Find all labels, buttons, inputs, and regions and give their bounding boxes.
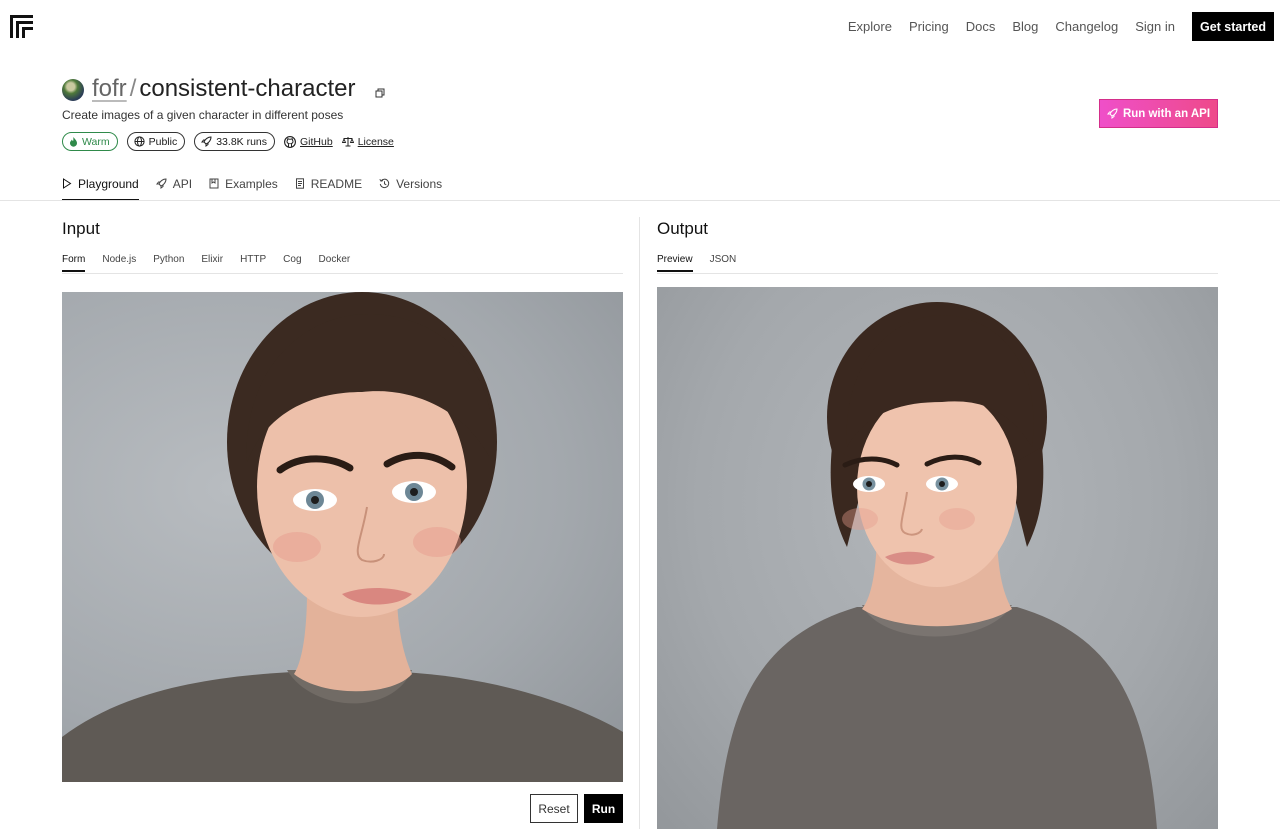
- output-subtabs: Preview JSON: [657, 254, 753, 272]
- history-icon: [379, 178, 390, 189]
- model-owner-link[interactable]: fofr: [92, 75, 127, 102]
- get-started-button[interactable]: Get started: [1192, 12, 1274, 41]
- output-tab-json[interactable]: JSON: [710, 254, 737, 272]
- status-badge-label: Warm: [82, 135, 110, 148]
- license-link[interactable]: License: [341, 135, 394, 148]
- input-tab-cog[interactable]: Cog: [283, 254, 301, 272]
- runs-badge-label: 33.8K runs: [216, 135, 268, 148]
- input-tab-docker[interactable]: Docker: [319, 254, 351, 272]
- input-tab-python[interactable]: Python: [153, 254, 184, 272]
- tab-versions[interactable]: Versions: [379, 172, 442, 201]
- visibility-badge-label: Public: [148, 135, 178, 148]
- license-link-label: License: [357, 135, 394, 148]
- rocket-icon: [1106, 108, 1118, 119]
- play-icon: [63, 178, 72, 189]
- model-badges: Warm Public 33.8K runs GitHub License: [62, 132, 403, 151]
- panel-divider: [639, 217, 640, 829]
- nav-blog[interactable]: Blog: [1012, 19, 1038, 34]
- rocket-icon: [201, 136, 212, 147]
- output-tab-preview[interactable]: Preview: [657, 254, 693, 272]
- output-preview-image[interactable]: [657, 287, 1218, 829]
- input-tab-http[interactable]: HTTP: [240, 254, 266, 272]
- nav-explore[interactable]: Explore: [848, 19, 892, 34]
- reset-button[interactable]: Reset: [530, 794, 578, 823]
- model-title: fofr / consistent-character: [92, 75, 355, 103]
- model-tabs: Playground API Examples README Versions: [62, 172, 459, 201]
- output-subtabs-divider: [657, 273, 1218, 274]
- run-button[interactable]: Run: [584, 794, 623, 823]
- nav-changelog[interactable]: Changelog: [1055, 19, 1118, 34]
- model-name: consistent-character: [139, 75, 356, 102]
- top-nav: Explore Pricing Docs Blog Changelog Sign…: [848, 12, 1274, 41]
- github-icon: [284, 135, 296, 148]
- tab-api-label: API: [172, 177, 193, 191]
- input-title: Input: [62, 219, 100, 238]
- nav-docs[interactable]: Docs: [966, 19, 996, 34]
- runs-badge: 33.8K runs: [194, 132, 276, 151]
- tabs-divider: [0, 200, 1280, 201]
- visibility-badge: Public: [126, 132, 186, 151]
- input-tab-form[interactable]: Form: [62, 254, 86, 272]
- tab-readme[interactable]: README: [295, 172, 362, 201]
- tab-examples[interactable]: Examples: [209, 172, 278, 201]
- run-with-api-label: Run with an API: [1122, 107, 1211, 120]
- nav-pricing[interactable]: Pricing: [909, 19, 949, 34]
- model-description: Create images of a given character in di…: [62, 108, 344, 122]
- status-badge: Warm: [62, 132, 118, 151]
- tab-api[interactable]: API: [155, 172, 193, 201]
- scale-icon: [341, 137, 354, 147]
- bookmark-icon: [209, 178, 219, 189]
- tab-playground-label: Playground: [78, 177, 139, 191]
- github-link-label: GitHub: [300, 135, 333, 148]
- run-with-api-button[interactable]: Run with an API: [1099, 99, 1218, 128]
- tab-playground[interactable]: Playground: [62, 172, 139, 201]
- tab-examples-label: Examples: [225, 177, 278, 191]
- globe-icon: [134, 136, 145, 147]
- input-portrait-illustration: [62, 292, 623, 782]
- input-subtabs-divider: [62, 273, 623, 274]
- github-link[interactable]: GitHub: [284, 136, 333, 148]
- input-subject-image[interactable]: [62, 292, 623, 782]
- input-tab-nodejs[interactable]: Node.js: [102, 254, 136, 272]
- owner-avatar[interactable]: [62, 79, 84, 101]
- replicate-logo-icon[interactable]: [10, 15, 33, 38]
- nav-sign-in[interactable]: Sign in: [1135, 19, 1175, 34]
- input-tab-elixir[interactable]: Elixir: [201, 254, 223, 272]
- flame-icon: [70, 136, 77, 147]
- output-portrait-illustration: [717, 302, 1157, 829]
- title-separator: /: [129, 75, 137, 102]
- input-subtabs: Form Node.js Python Elixir HTTP Cog Dock…: [62, 254, 367, 272]
- rocket-icon: [155, 178, 167, 189]
- copy-icon[interactable]: [375, 88, 385, 98]
- tab-versions-label: Versions: [396, 177, 443, 191]
- tab-readme-label: README: [310, 177, 363, 191]
- output-title: Output: [657, 219, 709, 238]
- document-icon: [295, 178, 304, 189]
